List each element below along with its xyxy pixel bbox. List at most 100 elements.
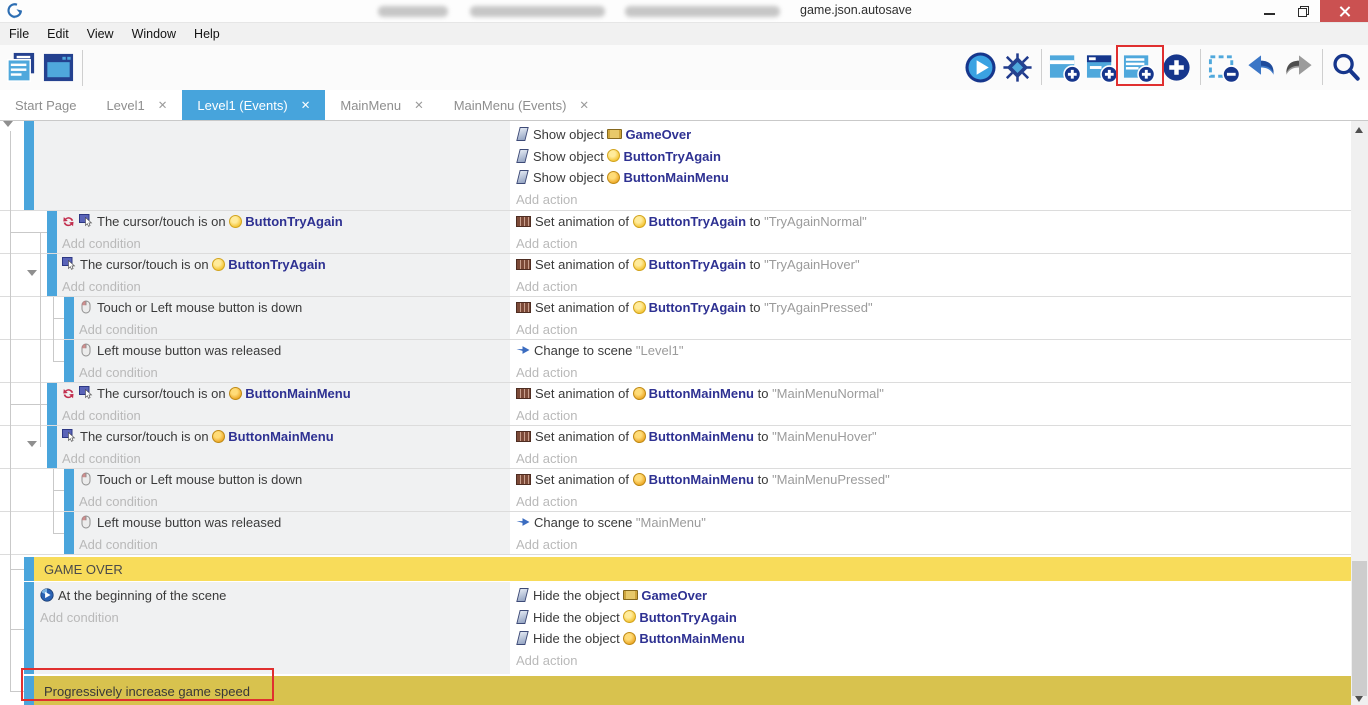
add-condition-button[interactable]: Add condition (79, 319, 510, 341)
restore-button[interactable] (1286, 0, 1320, 22)
tab-mainmenu-events[interactable]: MainMenu (Events)✕ (439, 90, 604, 120)
comment-text: Progressively increase game speed (34, 676, 1351, 705)
event-selection-bar[interactable] (24, 557, 34, 581)
event-row[interactable]: Left mouse button was released Add condi… (0, 512, 1351, 555)
collapse-arrow-icon (3, 121, 13, 132)
condition[interactable]: Left mouse button was released (79, 340, 510, 362)
condition[interactable]: Left mouse button was released (79, 512, 510, 534)
undo-icon[interactable] (1243, 48, 1280, 86)
debug-icon[interactable] (999, 48, 1036, 86)
add-action-button[interactable]: Add action (516, 319, 1351, 341)
tab-level1[interactable]: Level1✕ (91, 90, 182, 120)
tab-start-page[interactable]: Start Page (0, 90, 91, 120)
menu-file[interactable]: File (0, 27, 38, 41)
event-row[interactable]: The cursor/touch is on ButtonTryAgain Ad… (0, 211, 1351, 254)
remove-selection-icon[interactable] (1206, 48, 1243, 86)
add-condition-button[interactable]: Add condition (62, 405, 510, 427)
add-condition-button[interactable]: Add condition (79, 362, 510, 384)
redacted-title-segment (625, 6, 780, 17)
add-event-icon[interactable] (1047, 48, 1084, 86)
add-condition-button[interactable]: Add condition (62, 448, 510, 470)
tab-close-icon[interactable]: ✕ (414, 98, 424, 112)
menu-edit[interactable]: Edit (38, 27, 78, 41)
action[interactable]: Change to scene "MainMenu" (516, 512, 1351, 534)
minimize-button[interactable] (1252, 0, 1286, 22)
redo-icon[interactable] (1280, 48, 1317, 86)
add-condition-button[interactable]: Add condition (62, 276, 510, 298)
add-action-button[interactable]: Add action (516, 276, 1351, 298)
play-icon[interactable] (962, 48, 999, 86)
add-subevent-icon[interactable] (1084, 48, 1121, 86)
condition[interactable]: Touch or Left mouse button is down (79, 297, 510, 319)
add-condition-button[interactable]: Add condition (79, 534, 510, 556)
action[interactable]: Set animation of ButtonTryAgain to "TryA… (516, 211, 1351, 233)
event-row[interactable]: Touch or Left mouse button is down Add c… (0, 297, 1351, 340)
toolbar-separator (1200, 49, 1201, 85)
action[interactable]: Set animation of ButtonMainMenu to "Main… (516, 383, 1351, 405)
menu-view[interactable]: View (78, 27, 123, 41)
scroll-down-icon[interactable] (1355, 696, 1363, 702)
action[interactable]: Set animation of ButtonTryAgain to "TryA… (516, 297, 1351, 319)
event-row[interactable]: At the beginning of the scene Add condit… (0, 582, 1351, 674)
add-plus-icon[interactable] (1158, 48, 1195, 86)
add-action-button[interactable]: Add action (516, 362, 1351, 384)
search-icon[interactable] (1328, 48, 1365, 86)
comment-row[interactable]: GAME OVER (0, 557, 1351, 581)
tab-close-icon[interactable]: ✕ (301, 98, 311, 112)
condition[interactable]: The cursor/touch is on ButtonTryAgain (62, 254, 510, 276)
condition[interactable]: The cursor/touch is on ButtonMainMenu (62, 426, 510, 448)
action[interactable]: Set animation of ButtonMainMenu to "Main… (516, 469, 1351, 491)
add-action-button[interactable]: Add action (516, 534, 1351, 556)
add-condition-button[interactable]: Add condition (40, 607, 510, 629)
tab-mainmenu[interactable]: MainMenu✕ (325, 90, 438, 120)
event-row[interactable]: The cursor/touch is on ButtonTryAgain Ad… (0, 254, 1351, 297)
action[interactable]: Show object ButtonMainMenu (516, 167, 1351, 189)
action[interactable]: Set animation of ButtonMainMenu to "Main… (516, 426, 1351, 448)
menu-window[interactable]: Window (123, 27, 185, 41)
animation-icon (516, 302, 531, 313)
event-row[interactable]: Touch or Left mouse button is down Add c… (0, 469, 1351, 512)
add-action-button[interactable]: Add action (516, 233, 1351, 255)
redacted-title-segment (470, 6, 605, 17)
add-condition-button[interactable]: Add condition (79, 491, 510, 513)
object-icon-buttonmainmenu (633, 430, 646, 443)
scrollbar-thumb[interactable] (1352, 561, 1367, 696)
close-button[interactable] (1320, 0, 1368, 22)
add-action-button[interactable]: Add action (516, 448, 1351, 470)
add-condition-button[interactable]: Add condition (62, 233, 510, 255)
action[interactable]: Hide the object ButtonTryAgain (516, 607, 1351, 629)
event-row[interactable]: The cursor/touch is on ButtonMainMenu Ad… (0, 383, 1351, 426)
animation-icon (516, 474, 531, 485)
add-comment-icon[interactable] (1121, 48, 1158, 86)
action[interactable]: Set animation of ButtonTryAgain to "TryA… (516, 254, 1351, 276)
action[interactable]: Show object ButtonTryAgain (516, 146, 1351, 168)
event-selection-bar[interactable] (24, 676, 34, 705)
event-selection-bar[interactable] (24, 121, 34, 210)
condition[interactable]: At the beginning of the scene (40, 582, 510, 607)
comment-row-selected[interactable]: Progressively increase game speed (0, 676, 1351, 705)
condition[interactable]: The cursor/touch is on ButtonMainMenu (62, 383, 510, 405)
vertical-scrollbar[interactable] (1351, 121, 1368, 705)
action[interactable]: Change to scene "Level1" (516, 340, 1351, 362)
change-scene-icon (516, 343, 530, 357)
add-action-button[interactable]: Add action (516, 650, 1351, 672)
condition[interactable]: The cursor/touch is on ButtonTryAgain (62, 211, 510, 233)
action[interactable]: Show object GameOver (516, 121, 1351, 146)
scroll-up-icon[interactable] (1355, 127, 1363, 133)
add-action-button[interactable]: Add action (516, 189, 1351, 211)
action[interactable]: Hide the object GameOver (516, 582, 1351, 607)
scene-editor-icon[interactable] (40, 49, 77, 87)
tab-level1-events[interactable]: Level1 (Events)✕ (182, 90, 325, 120)
event-row[interactable]: Left mouse button was released Add condi… (0, 340, 1351, 383)
tab-close-icon[interactable]: ✕ (579, 98, 589, 112)
add-action-button[interactable]: Add action (516, 405, 1351, 427)
menu-help[interactable]: Help (185, 27, 229, 41)
add-action-button[interactable]: Add action (516, 491, 1351, 513)
events-sheet-icon[interactable] (3, 49, 40, 87)
event-row[interactable]: Show object GameOver Show object ButtonT… (0, 121, 1351, 211)
condition[interactable]: Touch or Left mouse button is down (79, 469, 510, 491)
event-row[interactable]: The cursor/touch is on ButtonMainMenu Ad… (0, 426, 1351, 469)
tab-close-icon[interactable]: ✕ (158, 98, 168, 112)
action[interactable]: Hide the object ButtonMainMenu (516, 628, 1351, 650)
toolbar-separator (82, 50, 83, 86)
